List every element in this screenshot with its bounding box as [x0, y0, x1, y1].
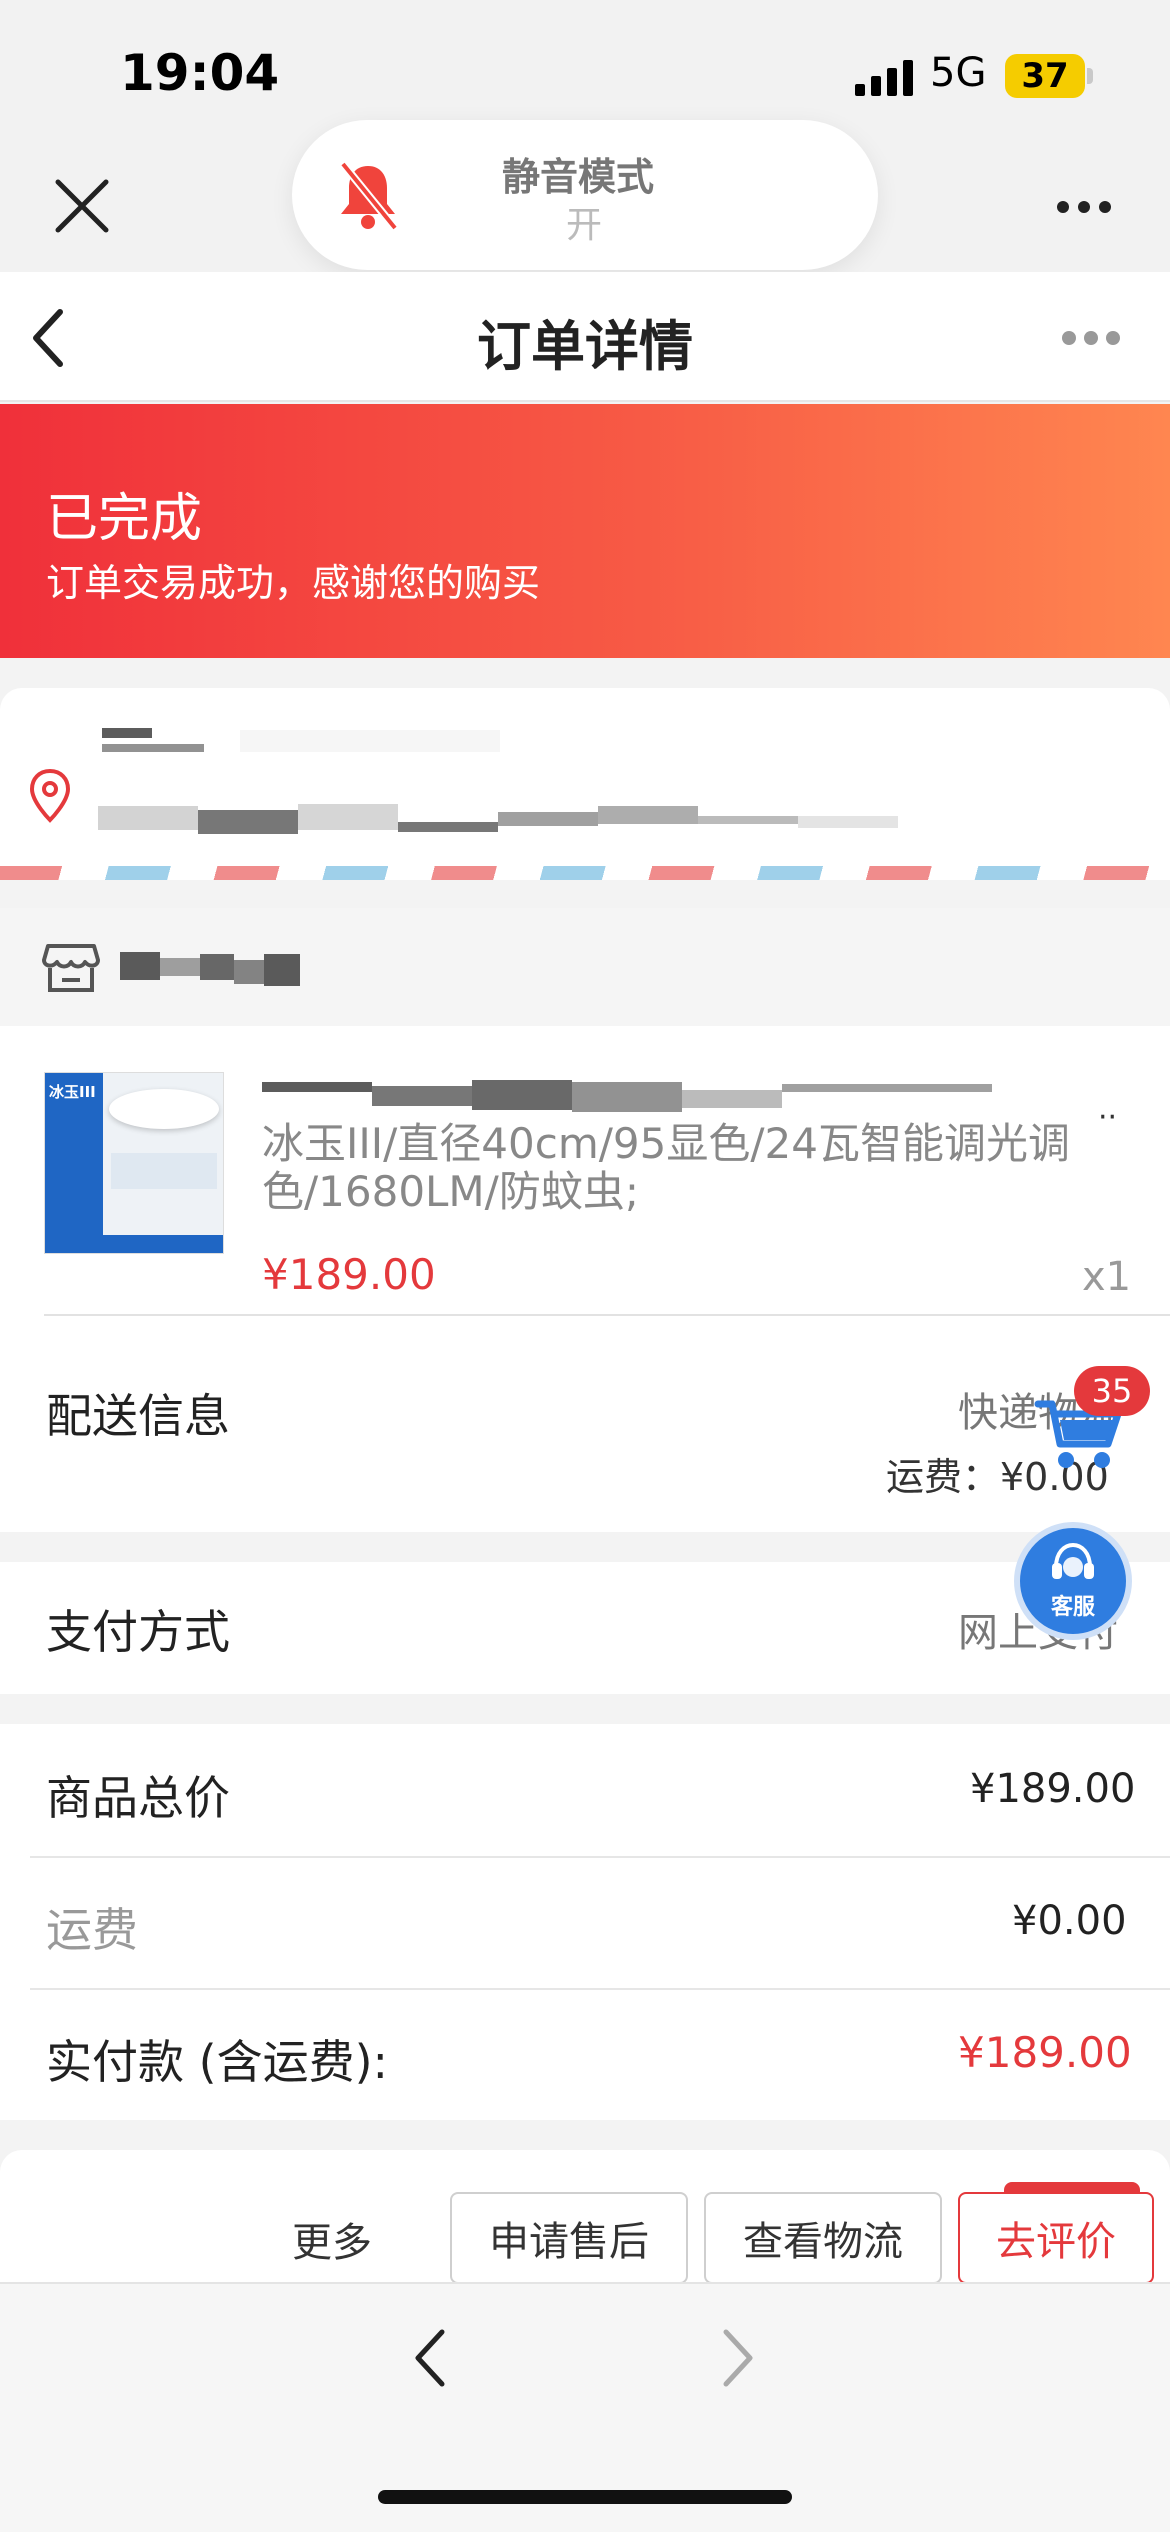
paid-amount-label: 实付款 (含运费): [46, 2035, 389, 2089]
network-type: 5G [930, 50, 987, 96]
write-review-button[interactable]: 去评价 [958, 2192, 1154, 2284]
signal-icon [855, 60, 913, 96]
product-more-icon: ·· [1098, 1100, 1118, 1135]
redacted-address [598, 806, 698, 824]
customer-service-button[interactable]: 客服 [1014, 1522, 1132, 1640]
redacted-phone [240, 730, 500, 752]
redacted-address [98, 806, 198, 830]
freight-label: 运费 [46, 1903, 138, 1957]
subtotal-value: ¥189.00 [970, 1766, 1136, 1812]
battery-level: 37 [1021, 56, 1069, 96]
airmail-border [0, 866, 1170, 880]
redacted-shop-name [160, 958, 200, 976]
product-image-caption: 冰玉III [49, 1083, 96, 1101]
product-image: 冰玉III [44, 1072, 224, 1254]
redacted-product-title [472, 1080, 572, 1110]
payment-label: 支付方式 [46, 1605, 230, 1659]
view-logistics-button[interactable]: 查看物流 [704, 2192, 942, 2284]
redacted-product-title [372, 1086, 472, 1106]
divider [30, 1856, 1170, 1858]
customer-service-label: 客服 [1050, 1595, 1095, 1620]
redacted-address [198, 810, 298, 834]
redacted-shop-name [234, 960, 264, 984]
redacted-product-title [572, 1082, 682, 1112]
divider [30, 1988, 1170, 1990]
home-indicator [378, 2490, 792, 2504]
browser-forward-icon[interactable] [718, 2326, 758, 2390]
cart-badge: 35 [1074, 1366, 1150, 1416]
close-icon[interactable] [52, 176, 112, 236]
more-options-icon[interactable] [1056, 200, 1112, 214]
redacted-product-title [782, 1084, 992, 1092]
order-status-subtitle: 订单交易成功，感谢您的购买 [46, 561, 541, 605]
product-quantity: x1 [1082, 1254, 1132, 1300]
redacted-address [498, 812, 598, 826]
page-title: 订单详情 [477, 315, 693, 378]
more-actions-button[interactable]: 更多 [292, 2210, 372, 2268]
redacted-address [798, 816, 898, 828]
redacted-address [398, 822, 498, 832]
browser-back-icon[interactable] [410, 2326, 450, 2390]
redacted-shop-name [120, 952, 160, 980]
status-time: 19:04 [120, 44, 280, 102]
bell-muted-icon [339, 161, 399, 231]
silent-mode-title: 静音模式 [502, 155, 655, 199]
redacted-product-title [262, 1082, 372, 1092]
address-card[interactable] [0, 688, 1170, 880]
order-status-title: 已完成 [46, 489, 203, 549]
redacted-address [298, 804, 398, 830]
battery-tip [1087, 68, 1093, 84]
redacted-name [102, 728, 152, 738]
location-pin-icon [29, 768, 71, 823]
freight-value: ¥0.00 [1012, 1898, 1127, 1944]
after-sale-button[interactable]: 申请售后 [450, 2192, 688, 2284]
paid-amount-value: ¥189.00 [958, 2028, 1132, 2077]
headset-icon [1052, 1542, 1094, 1579]
silent-mode-state: 开 [566, 205, 603, 246]
redacted-address [698, 816, 798, 824]
redacted-shop-name [264, 954, 300, 986]
store-icon [42, 944, 100, 992]
product-spec: 冰玉III/直径40cm/95显色/24瓦智能调光调色/1680LM/防蚊虫; [262, 1119, 1070, 1216]
redacted-product-title [682, 1090, 782, 1108]
product-price: ¥189.00 [262, 1250, 436, 1299]
battery-icon: 37 [1005, 54, 1085, 98]
redacted-shop-name [200, 954, 234, 980]
subtotal-label: 商品总价 [46, 1771, 230, 1825]
redacted-name [102, 744, 204, 752]
delivery-label: 配送信息 [46, 1389, 230, 1443]
more-menu-icon[interactable] [1062, 330, 1128, 349]
